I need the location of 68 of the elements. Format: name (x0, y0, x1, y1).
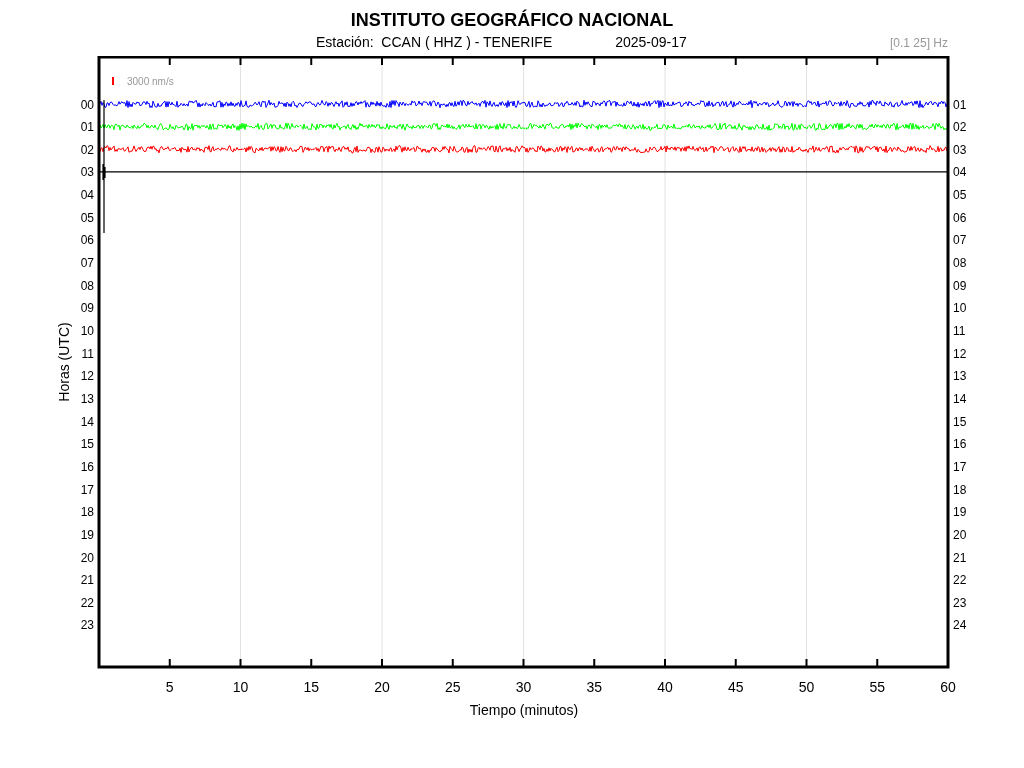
x-tick-label: 35 (586, 679, 603, 695)
x-axis-label: Tiempo (minutos) (469, 702, 579, 718)
hour-label: 06 (80, 233, 94, 248)
hour-label: 21 (953, 550, 967, 565)
hour-label: 14 (80, 414, 94, 429)
hour-label: 18 (953, 482, 967, 497)
hour-label: 18 (80, 505, 94, 520)
hour-label: 01 (953, 97, 967, 112)
hour-label: 04 (953, 165, 967, 180)
x-tick-label: 50 (798, 679, 815, 695)
hour-label: 15 (80, 437, 94, 452)
hour-label: 02 (953, 120, 967, 135)
hour-label: 05 (953, 188, 967, 203)
hour-label: 19 (80, 527, 94, 542)
hour-label: 08 (953, 256, 967, 271)
hour-label: 23 (953, 595, 967, 610)
x-tick-label: 10 (232, 679, 249, 695)
hour-label: 17 (80, 482, 94, 497)
hour-label: 05 (80, 210, 94, 225)
hour-label: 22 (953, 573, 967, 588)
hour-label: 01 (80, 120, 94, 135)
hour-label: 03 (953, 142, 967, 157)
hour-label: 11 (953, 324, 966, 338)
hour-label: 10 (953, 301, 967, 316)
scale-bar (112, 77, 114, 85)
hour-label: 09 (80, 301, 94, 316)
x-tick-label: 5 (165, 679, 174, 695)
date-label: 2025-09-17 (615, 34, 687, 50)
hour-label: 20 (953, 527, 967, 542)
hour-label: 21 (80, 573, 94, 588)
hour-label: 19 (953, 505, 967, 520)
hour-label: 07 (953, 233, 967, 248)
hour-label: 16 (80, 459, 94, 474)
hour-label: 13 (80, 391, 94, 406)
scale-label: 3000 nm/s (127, 76, 174, 87)
hour-label: 06 (953, 210, 967, 225)
x-tick-label: 40 (657, 679, 673, 695)
hour-label: 03 (80, 165, 94, 180)
x-tick-label: 55 (869, 679, 886, 695)
station-label: Estación: CCAN ( HHZ ) - TENERIFE (316, 34, 553, 50)
hour-label: 24 (953, 618, 967, 633)
chart-title: INSTITUTO GEOGRÁFICO NACIONAL (349, 8, 675, 30)
hour-label: 23 (80, 618, 94, 633)
hour-label: 11 (81, 346, 94, 361)
hour-label: 15 (953, 414, 967, 429)
hour-label: 12 (953, 346, 967, 361)
hour-label: 20 (80, 550, 94, 565)
hour-label: 22 (80, 595, 94, 610)
hour-label: 00 (80, 97, 94, 112)
hour-label: 16 (953, 437, 967, 452)
filter-label: [0.1 25] Hz (889, 36, 948, 50)
hour-label: 14 (953, 391, 967, 406)
y-axis-label: Horas (UTC) (56, 322, 72, 402)
hour-label: 02 (80, 142, 94, 157)
hour-label: 08 (80, 278, 94, 293)
hour-label: 17 (953, 459, 967, 474)
hour-label: 10 (80, 324, 94, 338)
x-tick-label: 15 (303, 679, 320, 695)
hour-label: 13 (953, 369, 967, 384)
x-tick-label: 45 (727, 679, 744, 695)
hour-label: 07 (80, 256, 94, 271)
hour-label: 04 (80, 188, 94, 203)
x-tick-label: 60 (940, 679, 956, 695)
hour-label: 12 (80, 369, 94, 384)
hour-label: 09 (953, 278, 967, 293)
x-tick-label: 25 (444, 679, 461, 695)
x-tick-label: 30 (515, 679, 532, 695)
x-tick-label: 20 (374, 679, 390, 695)
